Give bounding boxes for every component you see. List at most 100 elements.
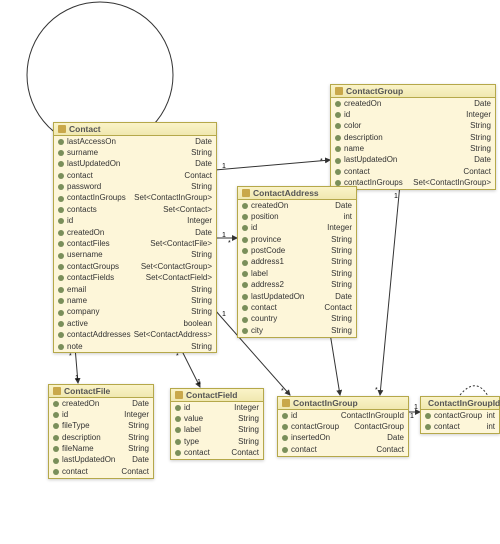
entity-contactFile: ContactFilecreatedOnDateidIntegerfileTyp… [48,384,154,479]
entity-icon [58,125,66,133]
entity-contactInGroup: ContactInGroup idContactInGroupIdcontactG… [277,396,409,457]
attribute-name: position [251,212,279,222]
attribute-row: idInteger [54,216,216,227]
attribute-icon [242,225,248,231]
attribute-type: String [191,307,212,317]
attribute-icon [58,332,64,338]
attribute-name: name [67,296,87,306]
entity-title: ContactInGroupId [428,398,500,408]
attribute-row: createdOnDate [238,200,356,211]
attribute-type: Date [195,137,212,147]
attribute-type: Contact [184,171,212,181]
attribute-type: String [470,144,491,154]
attribute-name: contactAddresses [67,330,131,340]
attribute-row: countryString [238,314,356,325]
attribute-icon [242,248,248,254]
attribute-icon [58,321,64,327]
entity-title: ContactField [186,390,237,400]
attribute-name: lastUpdatedOn [67,159,120,169]
attribute-name: id [62,410,68,420]
attribute-type: String [470,121,491,131]
attribute-row: lastAccessOn Date [54,136,216,147]
attribute-type: String [331,246,352,256]
attribute-name: contactGroup [291,422,339,432]
attribute-name: postCode [251,246,285,256]
attribute-type: Set<ContactField> [146,273,212,283]
attribute-row: createdOn Date [54,227,216,238]
attribute-row: lastUpdatedOnDate [331,155,495,166]
attribute-name: note [67,342,83,352]
svg-text:*: * [320,158,323,165]
attribute-row: provinceString [238,234,356,245]
attribute-name: contact [62,467,88,477]
attribute-type: Set<Contact> [163,205,212,215]
attribute-type: Integer [124,410,149,420]
attribute-type: Date [195,228,212,238]
attribute-name: id [184,403,190,413]
attribute-name: lastAccessOn [67,137,116,147]
attribute-name: contactInGroups [67,193,126,203]
attribute-type: String [238,437,259,447]
attribute-row: fileName String [49,444,153,455]
attribute-name: contactGroups [67,262,119,272]
svg-text:*: * [69,353,72,360]
entity-title: ContactAddress [253,188,319,198]
attribute-name: createdOn [67,228,104,238]
attribute-name: contactFiles [67,239,110,249]
attribute-type: String [238,414,259,424]
attribute-type: Set<ContactFile> [150,239,212,249]
attribute-type: Set<ContactGroup> [141,262,212,272]
attribute-type: int [487,422,495,432]
attribute-name: name [344,144,364,154]
attribute-row: colorString [331,121,495,132]
attribute-icon [58,241,64,247]
attribute-name: fileName [62,444,94,454]
svg-text:*: * [375,387,378,394]
attribute-type: Date [335,292,352,302]
svg-text:1: 1 [414,404,418,411]
attribute-row: nameString [54,295,216,306]
attribute-type: Date [335,201,352,211]
attribute-row: note String [54,341,216,352]
attribute-name: label [251,269,268,279]
svg-text:*: * [281,388,284,395]
attribute-icon [58,287,64,293]
attribute-type: String [128,421,149,431]
attribute-type: String [128,444,149,454]
attribute-icon [53,458,59,464]
attribute-row: insertedOnDate [278,433,408,444]
attribute-row: idInteger [331,109,495,120]
attribute-type: int [344,212,352,222]
attribute-row: companyString [54,307,216,318]
attribute-type: Date [132,455,149,465]
attribute-icon [282,447,288,453]
attribute-type: boolean [184,319,212,329]
attribute-name: contactFields [67,273,114,283]
attribute-type: Date [474,155,491,165]
attribute-icon [335,112,341,118]
entity-title: ContactGroup [346,86,403,96]
entity-title: ContactInGroup [293,398,358,408]
entity-title: Contact [69,124,101,134]
attribute-type: ContactGroup [354,422,404,432]
attribute-name: description [62,433,101,443]
attribute-type: String [331,280,352,290]
attribute-type: Date [132,399,149,409]
attribute-name: value [184,414,203,424]
attribute-icon [58,150,64,156]
attribute-name: createdOn [62,399,99,409]
attribute-icon [282,424,288,430]
attribute-type: String [331,326,352,336]
attribute-icon [242,294,248,300]
attribute-row: idContactInGroupId [278,410,408,421]
attribute-type: String [191,342,212,352]
attribute-row: name String [331,144,495,155]
attribute-type: String [191,182,212,192]
entity-title: ContactFile [64,386,110,396]
attribute-row: idInteger [238,223,356,234]
attribute-icon [175,427,181,433]
attribute-row: typeString [171,436,263,447]
attribute-icon [58,264,64,270]
attribute-type: String [331,257,352,267]
attribute-type: String [191,250,212,260]
